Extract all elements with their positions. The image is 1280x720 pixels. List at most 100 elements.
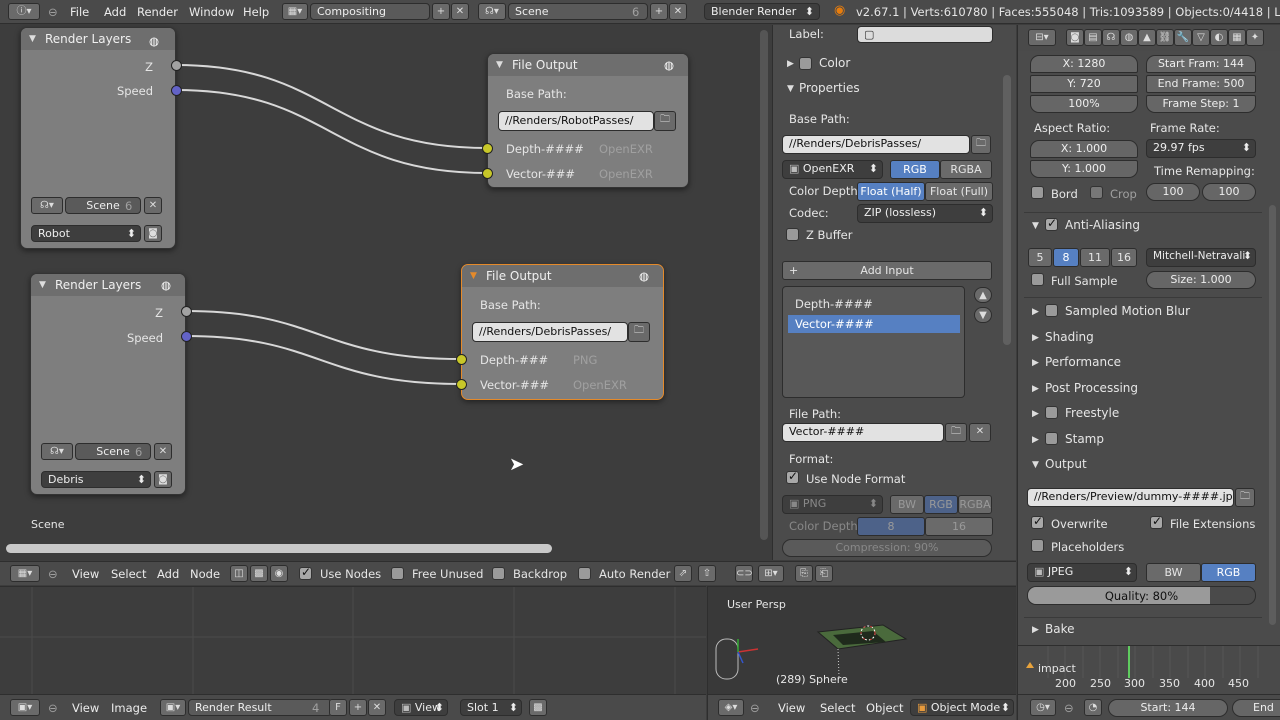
screen-layout-icon[interactable]: ▦▾ bbox=[282, 3, 308, 20]
copy-nodes-icon[interactable]: ⎘ bbox=[795, 565, 813, 582]
node-preview-icon[interactable]: ◍ bbox=[161, 278, 171, 292]
expand-triangle-icon[interactable]: ▶ bbox=[1032, 358, 1039, 368]
section-sampled-motion-blur[interactable]: Sampled Motion Blur bbox=[1065, 304, 1190, 318]
folder-icon[interactable]: 🗀 bbox=[1235, 488, 1255, 507]
render-layer-select[interactable]: Robot ⬍ bbox=[31, 225, 141, 242]
resolution-y-field[interactable]: Y: 720 bbox=[1030, 75, 1138, 93]
time-remap-old-field[interactable]: 100 bbox=[1146, 183, 1200, 201]
z-buffer-checkbox[interactable] bbox=[786, 228, 799, 241]
section-bake[interactable]: Bake bbox=[1045, 622, 1075, 636]
collapse-triangle-icon[interactable]: ▼ bbox=[39, 280, 46, 290]
add-scene-icon[interactable]: + bbox=[650, 3, 668, 20]
data-tab-icon[interactable]: ▽ bbox=[1192, 29, 1210, 46]
scene-icon[interactable]: ☊▾ bbox=[478, 3, 506, 20]
compositing-tree-icon[interactable]: ▩ bbox=[250, 565, 268, 582]
output-path-field[interactable]: //Renders/Preview/dummy-####.jpg bbox=[1027, 488, 1234, 507]
section-shading[interactable]: Shading bbox=[1045, 330, 1094, 344]
collapse-triangle-icon[interactable]: ▼ bbox=[496, 60, 503, 70]
quality-slider[interactable]: Quality: 80% bbox=[1027, 586, 1256, 605]
object-tab-icon[interactable]: ▲ bbox=[1138, 29, 1156, 46]
image-name-field[interactable]: Render Result bbox=[188, 699, 332, 716]
file-output-node-robot[interactable]: ▼ File Output ◍ Base Path: //Renders/Rob… bbox=[482, 53, 689, 188]
section-anti-aliasing[interactable]: Anti-Aliasing bbox=[1065, 218, 1140, 232]
expand-triangle-icon[interactable]: ▶ bbox=[1032, 435, 1039, 445]
unlink-scene-icon[interactable]: ✕ bbox=[144, 197, 162, 214]
section-properties[interactable]: Properties bbox=[799, 81, 860, 95]
editor-type-icon[interactable]: ◷▾ bbox=[1030, 699, 1056, 716]
menu-help[interactable]: Help bbox=[243, 5, 269, 19]
menu-image[interactable]: Image bbox=[111, 701, 147, 715]
input-list-item-selected[interactable]: Vector-#### bbox=[788, 315, 960, 333]
free-unused-checkbox[interactable] bbox=[391, 567, 404, 580]
frame-start-field[interactable]: Start Fram: 144 bbox=[1146, 55, 1256, 73]
border-checkbox[interactable] bbox=[1031, 186, 1044, 199]
texture-tab-icon[interactable]: ▦ bbox=[1228, 29, 1246, 46]
output-speed-socket[interactable] bbox=[181, 331, 192, 342]
fake-user-button[interactable]: F bbox=[329, 699, 347, 716]
remove-screen-icon[interactable]: ✕ bbox=[451, 3, 469, 20]
world-tab-icon[interactable]: ◍ bbox=[1120, 29, 1138, 46]
mode-select[interactable]: ▣ Object Mode ⬍ bbox=[910, 699, 1014, 716]
codec-select[interactable]: ZIP (lossless) ⬍ bbox=[857, 204, 993, 223]
menu-add[interactable]: Add bbox=[157, 567, 179, 581]
menu-view[interactable]: View bbox=[72, 567, 99, 581]
aspect-y-field[interactable]: Y: 1.000 bbox=[1030, 160, 1138, 178]
section-output[interactable]: Output bbox=[1045, 457, 1087, 471]
aa-samples-8-button[interactable]: 8 bbox=[1053, 248, 1079, 267]
editor-type-icon[interactable]: ◈▾ bbox=[718, 699, 744, 716]
color-mode-rgb-button[interactable]: RGB bbox=[890, 160, 940, 179]
editor-type-icon[interactable]: ▦▾ bbox=[10, 565, 40, 582]
scene-field[interactable]: Scene bbox=[508, 3, 648, 20]
color-checkbox[interactable] bbox=[799, 57, 812, 70]
menu-node[interactable]: Node bbox=[190, 567, 220, 581]
color-mode-rgba-button[interactable]: RGBA bbox=[940, 160, 992, 179]
collapse-triangle-icon[interactable]: ▼ bbox=[787, 84, 794, 94]
editor-type-icon[interactable]: ▣▾ bbox=[10, 699, 40, 716]
collapse-triangle-icon[interactable]: ▼ bbox=[29, 34, 36, 44]
parent-node-icon[interactable]: ⇧ bbox=[698, 565, 716, 582]
menu-window[interactable]: Window bbox=[189, 5, 234, 19]
collapse-menu-icon[interactable]: ⊖ bbox=[48, 701, 58, 715]
scene-tab-icon[interactable]: ☊ bbox=[1102, 29, 1120, 46]
full-sample-checkbox[interactable] bbox=[1031, 273, 1044, 286]
image-editor-canvas[interactable] bbox=[0, 586, 706, 695]
timeline-start-field[interactable]: Start: 144 bbox=[1108, 699, 1228, 717]
frame-step-field[interactable]: Frame Step: 1 bbox=[1146, 95, 1256, 113]
frame-end-field[interactable]: End Frame: 500 bbox=[1146, 75, 1256, 93]
collapse-triangle-icon[interactable]: ▼ bbox=[1032, 460, 1039, 470]
section-post-processing[interactable]: Post Processing bbox=[1045, 381, 1138, 395]
frame-rate-select[interactable]: 29.97 fps ⬍ bbox=[1146, 139, 1256, 158]
render-camera-icon[interactable]: ◙ bbox=[144, 225, 162, 242]
paste-nodes-icon[interactable]: ⎗ bbox=[815, 565, 833, 582]
remove-scene-icon[interactable]: ✕ bbox=[669, 3, 687, 20]
snap-element-icon[interactable]: ⊞▾ bbox=[758, 565, 784, 582]
label-field[interactable]: ▢ bbox=[857, 26, 993, 43]
shader-tree-icon[interactable]: ◫ bbox=[230, 565, 248, 582]
scene-browse-icon[interactable]: ☊▾ bbox=[31, 197, 63, 214]
aa-filter-select[interactable]: Mitchell-Netravali ⬍ bbox=[1146, 248, 1256, 267]
render-slots-icon[interactable]: ▩ bbox=[529, 699, 547, 716]
folder-icon[interactable]: 🗀 bbox=[945, 423, 967, 442]
clear-icon[interactable]: ✕ bbox=[969, 423, 991, 442]
new-image-icon[interactable]: + bbox=[349, 699, 367, 716]
menu-view[interactable]: View bbox=[72, 701, 99, 715]
render-layers-node-debris[interactable]: ▼ Render Layers ◍ Z Speed ☊▾ Scene 6 ✕ D… bbox=[30, 273, 192, 495]
aa-size-field[interactable]: Size: 1.000 bbox=[1146, 271, 1256, 289]
menu-add[interactable]: Add bbox=[104, 5, 126, 19]
file-format-select[interactable]: ▣ OpenEXR ⬍ bbox=[782, 160, 883, 179]
auto-render-checkbox[interactable] bbox=[578, 567, 591, 580]
stamp-checkbox[interactable] bbox=[1045, 432, 1058, 445]
render-camera-icon[interactable]: ◙ bbox=[154, 471, 172, 488]
resolution-x-field[interactable]: X: 1280 bbox=[1030, 55, 1138, 73]
base-path-field[interactable]: //Renders/DebrisPasses/ bbox=[782, 135, 970, 154]
texture-tree-icon[interactable]: ◉ bbox=[270, 565, 288, 582]
section-freestyle[interactable]: Freestyle bbox=[1065, 406, 1119, 420]
material-tab-icon[interactable]: ◐ bbox=[1210, 29, 1228, 46]
output-speed-socket[interactable] bbox=[171, 85, 182, 96]
file-path-field[interactable]: Vector-#### bbox=[782, 423, 944, 442]
folder-icon[interactable]: 🗀 bbox=[654, 111, 676, 131]
image-browse-icon[interactable]: ▣▾ bbox=[160, 699, 186, 716]
unlink-image-icon[interactable]: ✕ bbox=[368, 699, 386, 716]
constraints-tab-icon[interactable]: ⛓ bbox=[1156, 29, 1174, 46]
use-nodes-checkbox[interactable] bbox=[299, 565, 312, 580]
